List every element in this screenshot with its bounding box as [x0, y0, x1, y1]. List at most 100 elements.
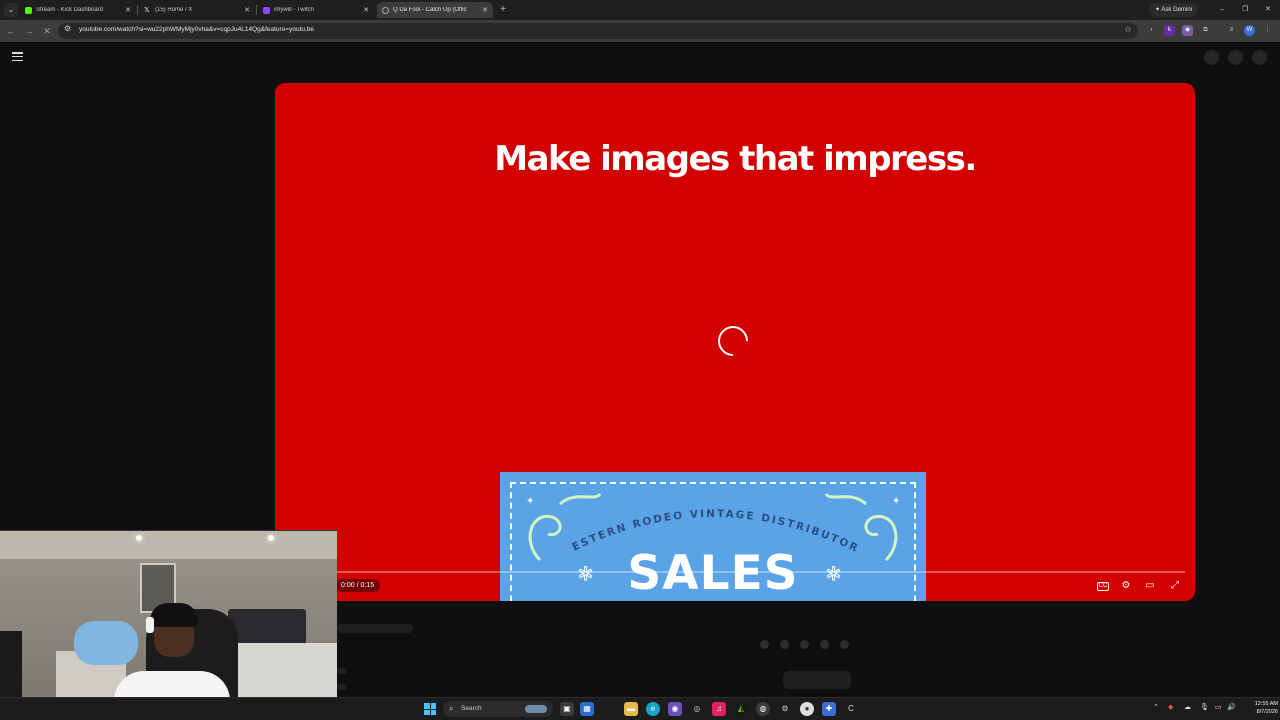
- tab-title: Q Da Fool - Catch Up (Offic: [393, 7, 467, 13]
- close-tab-icon[interactable]: ✕: [244, 6, 250, 14]
- headset: [146, 617, 154, 633]
- header-placeholder-icon[interactable]: [1228, 50, 1243, 65]
- close-tab-icon[interactable]: ✕: [125, 6, 131, 14]
- search-highlight-icon: [525, 705, 547, 713]
- video-player[interactable]: Make images that impress. ✦ ✦ ✲ ✲ WESTER…: [275, 83, 1195, 601]
- sales-graphic: ✦ ✦ ✲ ✲ WESTERN RODEO VINTAGE DISTRIBUTO…: [500, 472, 926, 601]
- tray-cloud-icon[interactable]: ☁: [1184, 703, 1191, 711]
- svg-text:✦: ✦: [526, 496, 534, 507]
- button-skeleton: [783, 671, 851, 689]
- extensions-puzzle-icon[interactable]: ⧉: [1200, 25, 1211, 36]
- room-ceiling: [0, 531, 337, 559]
- pager-dot[interactable]: [760, 640, 769, 649]
- minimize-button[interactable]: –: [1214, 2, 1230, 18]
- pager-dot[interactable]: [780, 640, 789, 649]
- music-icon[interactable]: ♫: [712, 702, 726, 716]
- profile-avatar[interactable]: W: [1244, 25, 1255, 36]
- hamburger-menu-icon[interactable]: [12, 52, 23, 62]
- close-tab-icon[interactable]: ✕: [482, 6, 488, 14]
- task-view-icon[interactable]: ▣: [560, 702, 574, 716]
- tab-search-button[interactable]: ⌄: [4, 3, 18, 17]
- tab-youtube-active[interactable]: Q Da Fool - Catch Up (Offic ✕: [377, 2, 493, 18]
- title-skeleton: [337, 624, 413, 633]
- nvidia-icon[interactable]: ◭: [734, 702, 748, 716]
- volume-icon[interactable]: 🔊: [1227, 703, 1236, 711]
- search-icon: ⌕: [449, 704, 454, 713]
- new-tab-button[interactable]: +: [497, 3, 509, 17]
- bookmark-star-icon[interactable]: ☆: [1124, 24, 1132, 35]
- tab-twitch[interactable]: imywill - Twitch ✕: [258, 2, 374, 18]
- extension-icon[interactable]: ◆: [1182, 25, 1193, 36]
- header-placeholder-icon[interactable]: [1204, 50, 1219, 65]
- stop-icon[interactable]: ✕: [40, 24, 54, 38]
- tab-title: (15) Home / X: [155, 7, 193, 13]
- extension-icon[interactable]: ◗: [1146, 25, 1157, 36]
- menu-kebab-icon[interactable]: ⋮: [1262, 25, 1273, 36]
- url-text[interactable]: youtube.com/watch?si=wu22phWMyMjy0vha&v=…: [79, 26, 314, 33]
- system-clock[interactable]: 12:55 AM 8/7/2026: [1238, 700, 1278, 716]
- card-title: WESTERN RODEO VINTAGE DISTRIBUTORS: [500, 472, 859, 555]
- clock-date: 8/7/2026: [1256, 709, 1278, 715]
- address-bar[interactable]: ⚙ youtube.com/watch?si=wu22phWMyMjy0vha&…: [58, 23, 1138, 39]
- edge-icon[interactable]: e: [646, 702, 660, 716]
- header-placeholder-icon[interactable]: [1252, 50, 1267, 65]
- tab-title: imywill - Twitch: [274, 7, 314, 13]
- close-tab-icon[interactable]: ✕: [363, 6, 369, 14]
- clock-time: 12:55 AM: [1254, 701, 1278, 707]
- pager-dot[interactable]: [840, 640, 849, 649]
- discord-icon[interactable]: ◉: [668, 702, 682, 716]
- text-skeleton: [337, 684, 347, 690]
- network-icon[interactable]: ▭: [1215, 703, 1222, 711]
- kick-extension-icon[interactable]: k: [1164, 25, 1175, 36]
- obs-icon[interactable]: ●: [800, 702, 814, 716]
- capcut-icon[interactable]: C: [844, 702, 858, 716]
- microphone-icon[interactable]: 🎙: [1200, 703, 1209, 711]
- search-placeholder: Search: [461, 705, 482, 712]
- sales-text: SALES: [627, 546, 799, 601]
- bed-headboard: [228, 609, 306, 647]
- svg-text:✦: ✦: [892, 496, 900, 507]
- twitch-icon: [263, 6, 270, 14]
- pager-dot[interactable]: [800, 640, 809, 649]
- widgets-icon[interactable]: ▦: [580, 702, 594, 716]
- screen: ⌄ Stream - Kick Dashboard ✕ 𝕏 (15) Home …: [0, 0, 1280, 720]
- tray-chevron-icon[interactable]: ⌃: [1153, 703, 1159, 711]
- tab-divider: [256, 5, 257, 15]
- theater-mode-icon[interactable]: ▭: [1142, 579, 1158, 593]
- taskbar-search[interactable]: ⌕ Search: [443, 701, 553, 717]
- settings-icon[interactable]: ⚙: [778, 702, 792, 716]
- tab-kick-dashboard[interactable]: Stream - Kick Dashboard ✕: [20, 2, 136, 18]
- loading-spinner-icon: [711, 319, 755, 363]
- loading-icon: [382, 6, 389, 14]
- browser-tab-strip: ⌄ Stream - Kick Dashboard ✕ 𝕏 (15) Home …: [0, 0, 1280, 20]
- tray-app-icon[interactable]: ◆: [1168, 703, 1173, 711]
- ask-gemini-label: Ask Gemini: [1161, 7, 1193, 13]
- pager-dot[interactable]: [820, 640, 829, 649]
- video-headline: Make images that impress.: [494, 139, 977, 179]
- blue-bags: [74, 621, 138, 665]
- close-window-button[interactable]: ✕: [1260, 2, 1276, 18]
- restore-button[interactable]: ❐: [1237, 2, 1253, 18]
- chrome-icon[interactable]: ◍: [756, 702, 770, 716]
- forward-icon[interactable]: →: [22, 24, 36, 38]
- tab-x-home[interactable]: 𝕏 (15) Home / X ✕: [139, 2, 255, 18]
- file-explorer-icon[interactable]: ▬: [624, 702, 638, 716]
- fullscreen-icon[interactable]: ⤢: [1167, 579, 1183, 593]
- kick-icon: [25, 6, 32, 14]
- start-button[interactable]: [424, 703, 436, 715]
- x-logo-icon: 𝕏: [144, 6, 150, 14]
- site-info-icon[interactable]: ⚙: [64, 24, 71, 33]
- app-icon[interactable]: ✚: [822, 702, 836, 716]
- media-control-icon[interactable]: ≡: [1226, 25, 1237, 36]
- back-icon[interactable]: ←: [4, 24, 18, 38]
- tab-title: Stream - Kick Dashboard: [36, 7, 104, 13]
- tab-divider: [137, 5, 138, 15]
- progress-bar[interactable]: [335, 571, 1185, 573]
- ceiling-light: [268, 535, 274, 541]
- webcam-overlay: [0, 530, 337, 720]
- settings-gear-icon[interactable]: ⚙: [1118, 579, 1134, 593]
- text-skeleton: [337, 668, 347, 674]
- app-icon[interactable]: ◎: [690, 702, 704, 716]
- captions-icon[interactable]: CC: [1097, 582, 1109, 591]
- ask-gemini-button[interactable]: ✦ Ask Gemini: [1149, 3, 1199, 17]
